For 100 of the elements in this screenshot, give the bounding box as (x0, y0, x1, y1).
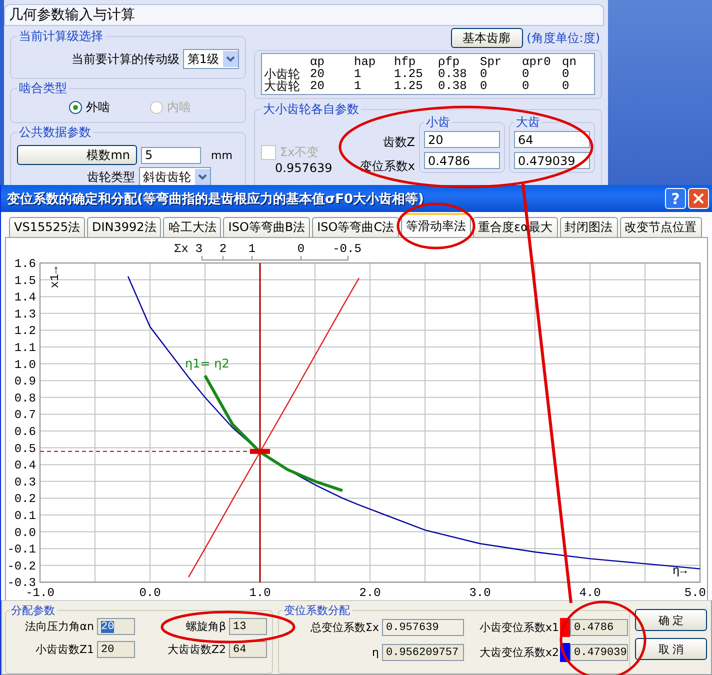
tick-label: 2.0 (359, 586, 381, 600)
tick-label: 1.0 (249, 586, 271, 600)
tab[interactable]: ISO等弯曲C法 (312, 217, 400, 237)
field-label: 小齿变位系数x1 (478, 620, 560, 635)
table-cell-text: 0 (522, 80, 530, 92)
cancel-button[interactable]: 取 消 (635, 638, 707, 660)
teeth-field[interactable]: 20 (424, 131, 500, 148)
column-header: ρfp (438, 56, 461, 68)
value-field[interactable]: 0.956209757 (382, 644, 464, 661)
gear-type-select[interactable]: 斜齿齿轮 (139, 167, 211, 185)
tab[interactable]: DIN3992法 (87, 217, 162, 237)
ok-button[interactable]: 确 定 (635, 609, 707, 631)
table-cell-text: 0 (522, 68, 530, 80)
tick-label: 1 (248, 242, 256, 256)
table-cell-text: 20 (310, 80, 326, 92)
tick-label: 3 (195, 242, 203, 256)
tick-label: 0.7 (14, 408, 36, 422)
tick-label: 0.8 (14, 391, 36, 406)
tick-label: 1.6 (14, 257, 36, 271)
dialog-title: 变位系数的确定和分配(等弯曲指的是齿根应力的基本值σF0大小齿相等) (7, 190, 425, 208)
tick-label: 0.3 (14, 475, 36, 490)
field-label: 齿轮类型 (87, 168, 135, 185)
field-label: 小齿齿数Z1 (34, 642, 95, 657)
tick-label: 0.0 (139, 586, 161, 600)
tab[interactable]: VS15525法 (9, 217, 85, 237)
tab[interactable]: 改变节点位置 (620, 217, 702, 237)
tick-label: 0.4 (14, 458, 36, 473)
module-button[interactable]: 模数mn (17, 145, 137, 165)
radio-button[interactable] (69, 101, 82, 114)
tab[interactable]: ISO等弯曲B法 (223, 217, 310, 237)
column-header: hap (354, 56, 377, 68)
axis-title: x1→ (48, 266, 62, 288)
group-title: 大齿 (515, 114, 541, 131)
group-title: 分配参数 (10, 603, 56, 618)
radio-option[interactable]: 外啮 (69, 99, 110, 116)
field-label: 总变位系数Σx (310, 620, 380, 635)
table-cell-text: 1.25 (394, 80, 424, 92)
table-cell-text: 1.25 (394, 68, 424, 80)
column-header: hfp (394, 56, 417, 68)
tick-label: 1.3 (14, 307, 36, 322)
tab[interactable]: 哈工大法 (163, 217, 222, 237)
tab[interactable]: 封闭图法 (560, 217, 618, 237)
unit-label: mm (211, 148, 232, 162)
value-field[interactable]: 0.479039 (570, 644, 628, 661)
series-label: η1= η2 (185, 356, 230, 371)
close-icon (693, 193, 704, 204)
column-header: qn (562, 56, 578, 68)
value-field[interactable]: 13 (229, 618, 267, 635)
value-field[interactable]: 64 (229, 641, 267, 658)
tick-label: 1.2 (14, 324, 36, 338)
table-cell-text: 0.38 (438, 68, 468, 80)
field-label: 螺旋角β (184, 619, 227, 634)
teeth-field[interactable]: 64 (514, 131, 590, 148)
tick-label: 0.9 (14, 374, 36, 389)
column-header: αpr0 (522, 56, 552, 68)
tick-label: 0.1 (14, 509, 36, 523)
unit-note: (角度单位:度) (526, 30, 600, 46)
tick-label: 5.0 (684, 586, 706, 600)
tick-label: 0.2 (14, 492, 36, 506)
tick-label: 2 (219, 242, 227, 256)
tick-label: 0.5 (14, 442, 36, 456)
table-cell-text: 0 (480, 68, 488, 80)
table-cell-text: 1 (354, 80, 362, 92)
value-field[interactable]: 0.4786 (570, 619, 628, 636)
stage-select[interactable]: 第1级 (183, 49, 239, 69)
tick-label: 1.5 (14, 274, 36, 288)
tick-label: 1.0 (14, 358, 36, 372)
shift-field[interactable]: 0.479039 (514, 152, 590, 169)
help-button[interactable]: ? (665, 188, 686, 209)
axis-title: Σx (174, 242, 188, 256)
tick-label: 0.0 (14, 526, 36, 540)
close-button[interactable] (688, 188, 709, 209)
row-header: 大齿轮 (264, 80, 301, 92)
field-label: 齿数Z (382, 134, 415, 151)
table-cell-text: 0 (562, 80, 570, 92)
profile-button[interactable]: 基本齿廓 (450, 28, 523, 48)
tick-label: -0.2 (7, 559, 36, 574)
table-cell-text: 1 (354, 68, 362, 80)
column-header: αp (310, 56, 326, 68)
group-title: 公共数据参数 (18, 124, 92, 141)
tick-label: 0 (297, 242, 305, 256)
shift-field[interactable]: 0.4786 (424, 152, 500, 169)
field-label: 大齿齿数Z2 (166, 642, 227, 657)
point-marker (250, 448, 270, 454)
value-field[interactable]: 20 (97, 641, 135, 658)
group-title: 大小齿轮各自参数 (262, 101, 360, 118)
tick-label: -1.0 (26, 586, 54, 600)
group-title: 小齿 (425, 114, 451, 131)
value-field[interactable]: 20 (97, 618, 135, 635)
group-title: 当前计算级选择 (18, 28, 104, 45)
value-field[interactable]: 0.957639 (382, 619, 464, 636)
field-label: 当前要计算的传动级 (71, 50, 180, 68)
tick-label: -0.1 (7, 542, 36, 557)
axis-title: η→ (672, 564, 687, 578)
tab[interactable]: 等滑动率法 (401, 213, 472, 237)
table-cell-text: 20 (310, 68, 326, 80)
module-field[interactable]: 5 (141, 146, 201, 164)
column-header: Spr (480, 56, 503, 68)
field-label: 法向压力角αn (24, 619, 95, 634)
table-cell-text: 0.38 (438, 80, 468, 92)
